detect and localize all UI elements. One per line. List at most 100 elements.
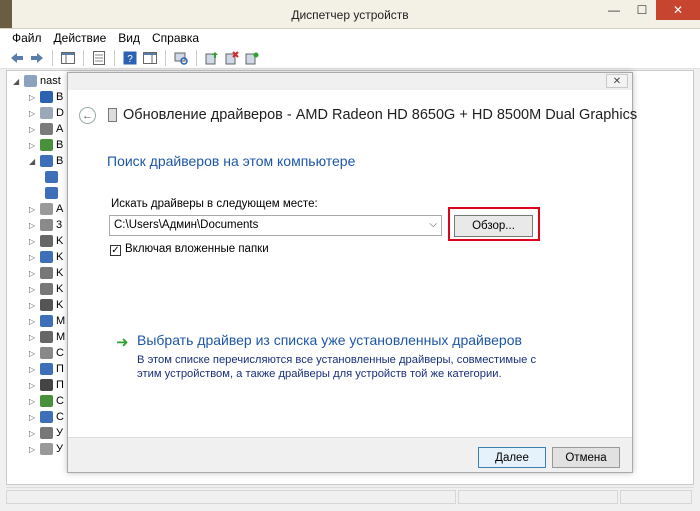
menu-bar: Файл Действие Вид Справка — [0, 29, 700, 47]
tree-item[interactable]: ▷ K — [29, 265, 63, 281]
tree-item[interactable]: ▷ K — [29, 281, 63, 297]
menu-view[interactable]: Вид — [112, 29, 146, 47]
include-subfolders-checkbox[interactable]: ✓ — [110, 245, 121, 256]
mouse-icon — [40, 331, 53, 343]
title-bar: Диспетчер устройств — ☐ ✕ — [0, 0, 700, 29]
display-adapter-icon — [108, 108, 117, 122]
close-button[interactable]: ✕ — [656, 0, 700, 20]
tree-item[interactable]: ▷ У — [29, 441, 63, 457]
tree-item[interactable]: ▷ C — [29, 409, 64, 425]
minimize-button[interactable]: — — [600, 0, 628, 20]
controller-icon — [40, 267, 53, 279]
tree-item[interactable]: ▷ M — [29, 329, 65, 345]
enable-device-icon[interactable] — [243, 49, 261, 67]
window-controls: — ☐ ✕ — [600, 0, 700, 20]
battery-icon — [40, 139, 53, 151]
include-subfolders-label: Включая вложенные папки — [125, 243, 269, 255]
status-bar — [6, 487, 694, 505]
dialog-frame: ✕ — [68, 73, 632, 90]
cancel-button[interactable]: Отмена — [552, 447, 620, 468]
collapse-arrow-icon[interactable]: ◢ — [13, 77, 21, 86]
display-adapter-icon — [45, 187, 58, 199]
toolbar-separator — [165, 49, 166, 66]
tree-item[interactable] — [45, 185, 61, 201]
update-driver-icon[interactable] — [203, 49, 221, 67]
toolbar-separator — [114, 49, 115, 66]
status-cell — [620, 490, 692, 504]
action-pane-icon[interactable] — [141, 49, 159, 67]
tree-item[interactable]: ▷ K — [29, 249, 63, 265]
printer-icon — [40, 347, 53, 359]
display-adapter-icon — [40, 155, 53, 167]
device-icon — [40, 443, 53, 455]
toolbar-separator — [196, 49, 197, 66]
choose-driver-link[interactable]: Выбрать драйвер из списка уже установлен… — [137, 332, 522, 348]
processor-icon — [40, 379, 53, 391]
green-arrow-icon: ➜ — [116, 334, 129, 351]
tree-item[interactable]: ▷ 3 — [29, 217, 62, 233]
tree-item[interactable]: ▷ B — [29, 137, 63, 153]
menu-help[interactable]: Справка — [146, 29, 205, 47]
tree-item[interactable]: ▷ K — [29, 233, 63, 249]
back-button[interactable]: ← — [79, 107, 96, 124]
dialog-close-button[interactable]: ✕ — [606, 74, 628, 88]
computer-icon — [24, 75, 37, 87]
scan-hardware-icon[interactable] — [172, 49, 190, 67]
monitor-icon — [40, 315, 53, 327]
search-location-label: Искать драйверы в следующем месте: — [111, 198, 318, 210]
toolbar: ? — [0, 47, 700, 69]
dialog-footer: Далее Отмена — [68, 437, 632, 472]
tree-root-label: nast — [40, 75, 61, 87]
next-button[interactable]: Далее — [478, 447, 546, 468]
uninstall-device-icon[interactable] — [223, 49, 241, 67]
maximize-button[interactable]: ☐ — [628, 0, 656, 20]
keyboard-icon — [40, 235, 53, 247]
forward-arrow-icon[interactable] — [28, 49, 46, 67]
tree-item[interactable]: ▷ C — [29, 393, 64, 409]
tree-item[interactable]: ▷ M — [29, 313, 65, 329]
usb-icon — [40, 299, 53, 311]
tree-item[interactable]: ▷ C — [29, 345, 64, 361]
chevron-down-icon[interactable]: ⌵ — [429, 219, 437, 230]
tree-item[interactable]: ◢ B — [29, 153, 63, 169]
tree-item[interactable]: ▷ A — [29, 121, 63, 137]
menu-file[interactable]: Файл — [6, 29, 48, 47]
tree-item[interactable]: ▷ A — [29, 201, 63, 217]
help-icon[interactable]: ? — [121, 49, 139, 67]
sound-icon — [40, 219, 53, 231]
system-device-icon — [40, 411, 53, 423]
tree-item[interactable]: ▷ D — [29, 105, 64, 121]
driver-path-combobox[interactable]: C:\Users\Админ\Documents ⌵ — [109, 215, 442, 236]
tree-root[interactable]: ◢ nast — [13, 73, 61, 89]
tree-item[interactable]: ▷ B — [29, 89, 63, 105]
tree-item[interactable]: ▷ П — [29, 377, 64, 393]
window-title: Диспетчер устройств — [291, 8, 409, 22]
storage-icon — [40, 427, 53, 439]
properties-icon[interactable] — [90, 49, 108, 67]
bluetooth-icon — [40, 91, 53, 103]
toolbar-separator — [83, 49, 84, 66]
show-hide-console-tree-icon[interactable] — [59, 49, 77, 67]
choose-driver-description: В этом списке перечисляются все установл… — [137, 354, 537, 380]
driver-path-value: C:\Users\Админ\Documents — [114, 219, 259, 231]
controller-icon — [40, 283, 53, 295]
section-title: Поиск драйверов на этом компьютере — [107, 153, 356, 169]
back-arrow-icon[interactable] — [8, 49, 26, 67]
status-cell — [6, 490, 456, 504]
browse-button[interactable]: Обзор... — [454, 215, 533, 237]
computer-icon — [40, 251, 53, 263]
back-arrow-icon: ← — [82, 109, 93, 122]
audio-icon — [40, 123, 53, 135]
update-driver-dialog: ✕ ← Обновление драйверов - AMD Radeon HD… — [67, 72, 637, 473]
tree-item[interactable] — [45, 169, 61, 185]
tree-item[interactable]: ▷ K — [29, 297, 63, 313]
drive-icon — [40, 107, 53, 119]
device-icon — [40, 395, 53, 407]
tree-item[interactable]: ▷ П — [29, 361, 64, 377]
display-adapter-icon — [45, 171, 58, 183]
network-icon — [40, 363, 53, 375]
dialog-title: Обновление драйверов - AMD Radeon HD 865… — [123, 107, 638, 123]
menu-action[interactable]: Действие — [48, 29, 113, 47]
tree-item[interactable]: ▷ У — [29, 425, 63, 441]
toolbar-separator — [52, 49, 53, 66]
